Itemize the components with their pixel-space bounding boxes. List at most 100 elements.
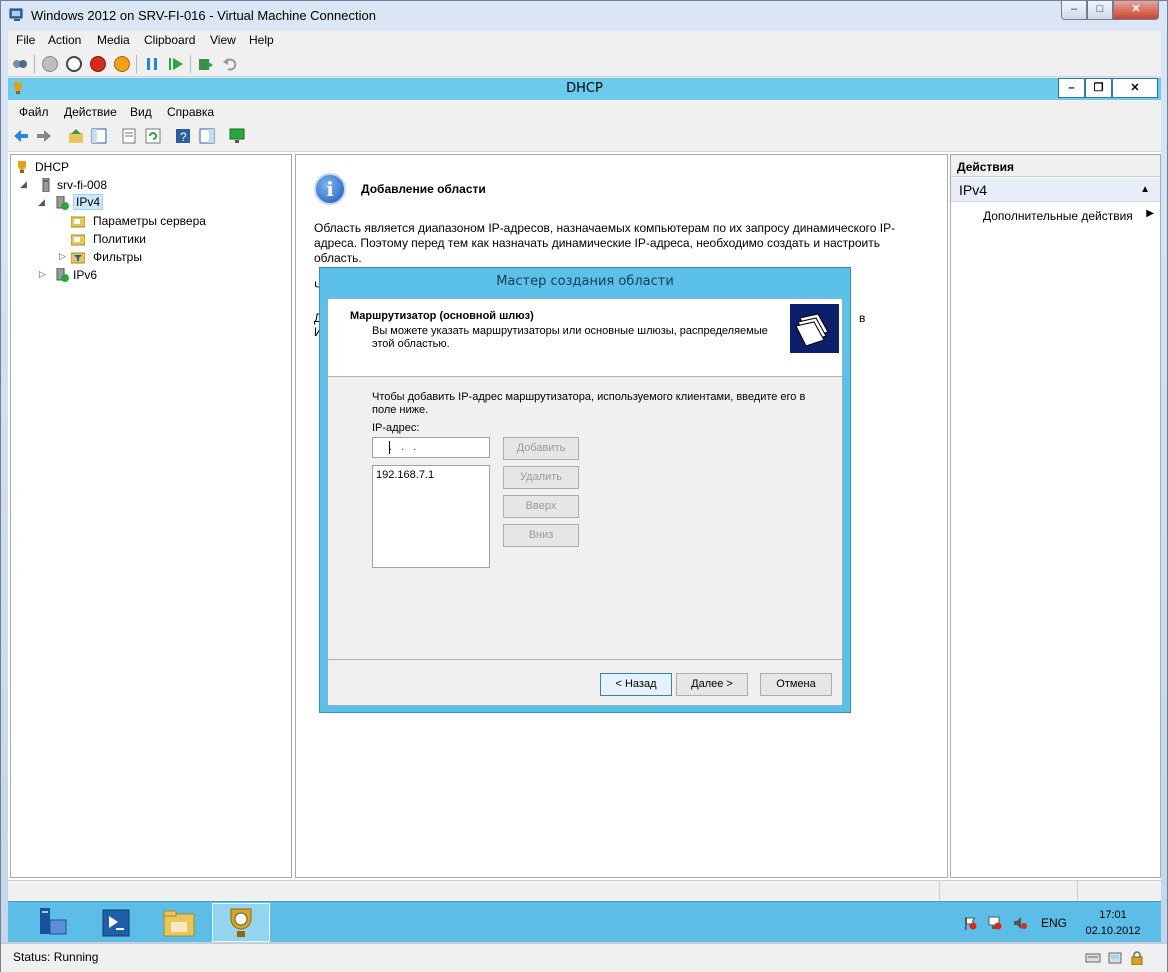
actions-pane: Действия IPv4 ▲ Дополнительные действия … [950,154,1161,878]
mmc-restore-button[interactable]: ❐ [1085,78,1112,98]
mmc-titlebar: DHCP – ❐ ✕ [8,78,1161,100]
powershell-icon [102,909,130,937]
cancel-button[interactable]: Отмена [760,673,832,696]
shut-down-icon[interactable] [90,56,106,72]
list-item[interactable]: 192.168.7.1 [376,469,486,481]
ip-address-value: . . . [389,441,420,453]
center-fragment: в [859,311,866,325]
dhcp-taskbar-button[interactable] [212,903,270,942]
menu-view[interactable]: View [210,33,236,47]
snapshot-icon[interactable] [198,56,214,72]
vm-status-text: Status: Running [13,950,99,964]
clock-time: 17:01 [1099,909,1127,921]
mmc-menu-help[interactable]: Справка [167,105,214,119]
new-scope-wizard-dialog: Мастер создания области Маршрутизатор (о… [319,267,851,713]
collapse-up-icon[interactable]: ▲ [1140,184,1150,195]
server-manager-taskbar-button[interactable] [24,903,82,942]
router-list[interactable]: 192.168.7.1 [372,465,490,568]
mmc-window-title: DHCP [566,81,603,96]
dhcp-root-icon [18,161,26,173]
resume-icon[interactable] [168,56,184,72]
mmc-menu-action[interactable]: Действие [64,105,117,119]
revert-icon[interactable] [222,56,238,72]
move-down-button[interactable]: Вниз [503,524,579,547]
svg-text:?: ? [180,130,187,144]
volume-muted-icon[interactable] [1013,916,1027,930]
export-list-icon[interactable] [121,128,137,144]
action-center-flag-icon[interactable] [963,916,977,930]
policies-icon [71,234,85,246]
console-tree: DHCP ◢ srv-fi-008 ◢ IPv4 Параметры серве… [10,154,292,878]
display-statistics-icon[interactable] [229,128,245,144]
vm-menubar: File Action Media Clipboard View Help [8,31,1161,51]
expand-arrow-icon[interactable]: ◢ [20,179,27,190]
expand-arrow-icon[interactable]: ◢ [38,197,45,208]
close-button[interactable]: ✕ [1113,1,1159,20]
center-paragraph: Область является диапазоном IP-адресов, … [314,221,896,265]
menu-action[interactable]: Action [48,33,81,47]
clock-date: 02.10.2012 [1085,925,1141,937]
info-icon: i [314,173,346,205]
collapse-arrow-icon[interactable]: ▷ [39,269,46,280]
vm-titlebar: Windows 2012 on SRV-FI-016 - Virtual Mac… [1,1,1167,29]
tree-label-ipv4: IPv4 [73,194,104,210]
show-hide-tree-icon[interactable] [91,128,107,144]
back-arrow-icon[interactable] [13,128,29,144]
server-icon [42,178,50,192]
mmc-menubar: Файл Действие Вид Справка [8,100,1161,122]
menu-media[interactable]: Media [97,33,130,47]
mmc-menu-file[interactable]: Файл [19,105,49,119]
status-segment [1077,881,1161,901]
network-icon[interactable] [988,916,1002,930]
collapse-arrow-icon[interactable]: ▷ [59,251,66,262]
more-actions-item[interactable]: Дополнительные действия [983,209,1133,223]
powershell-taskbar-button[interactable] [87,903,145,942]
refresh-icon[interactable] [145,128,161,144]
submenu-arrow-icon: ▶ [1146,208,1154,219]
forward-arrow-icon[interactable] [36,128,52,144]
actions-group-ipv4[interactable]: IPv4 ▲ [951,178,1160,202]
add-button[interactable]: Добавить [503,437,579,460]
mmc-close-button[interactable]: ✕ [1112,78,1158,98]
move-up-button[interactable]: Вверх [503,495,579,518]
vm-toolbar [8,51,1161,77]
input-language-indicator[interactable]: ENG [1041,916,1067,930]
turn-off-icon[interactable] [66,56,82,72]
remove-button[interactable]: Удалить [503,466,579,489]
text-caret [389,441,390,454]
vm-status-bar: Status: Running [1,943,1167,972]
wizard-title: Мастер создания области [496,274,674,289]
wizard-page-subtitle: Вы можете указать маршрутизаторы или осн… [372,325,768,350]
center-heading: Добавление области [361,182,486,196]
vm-connection-icon [9,8,23,21]
menu-clipboard[interactable]: Clipboard [144,33,195,47]
back-button[interactable]: < Назад [600,673,672,696]
status-segment [939,881,1077,901]
pause-icon[interactable] [144,56,160,72]
help-icon[interactable]: ? [175,128,191,144]
mouse-icon [1108,952,1122,964]
guest-taskbar: ENG 17:01 02.10.2012 [8,901,1161,942]
minimize-button[interactable]: – [1061,1,1087,20]
file-explorer-taskbar-button[interactable] [150,903,208,942]
mmc-status-bar [8,880,1161,901]
tree-label-server: srv-fi-008 [57,178,108,192]
mmc-menu-view[interactable]: Вид [130,105,152,119]
show-action-pane-icon[interactable] [199,128,215,144]
menu-help[interactable]: Help [249,33,274,47]
mmc-minimize-button[interactable]: – [1058,78,1085,98]
menu-file[interactable]: File [16,33,35,47]
start-icon[interactable] [42,56,58,72]
ctrl-alt-del-icon[interactable] [12,56,28,72]
tree-label-policies: Политики [93,232,146,246]
up-folder-icon[interactable] [68,128,84,144]
wizard-body: Маршрутизатор (основной шлюз) Вы можете … [327,298,843,706]
save-state-icon[interactable] [114,56,130,72]
tree-label-filters: Фильтры [93,250,142,264]
system-clock[interactable]: 17:01 02.10.2012 [1078,907,1148,939]
maximize-button[interactable]: □ [1087,1,1113,20]
next-button[interactable]: Далее > [676,673,748,696]
mmc-toolbar: ? [8,122,1161,152]
ip-address-label: IP-адрес: [372,422,420,434]
ip-address-input[interactable]: . . . [372,437,490,458]
